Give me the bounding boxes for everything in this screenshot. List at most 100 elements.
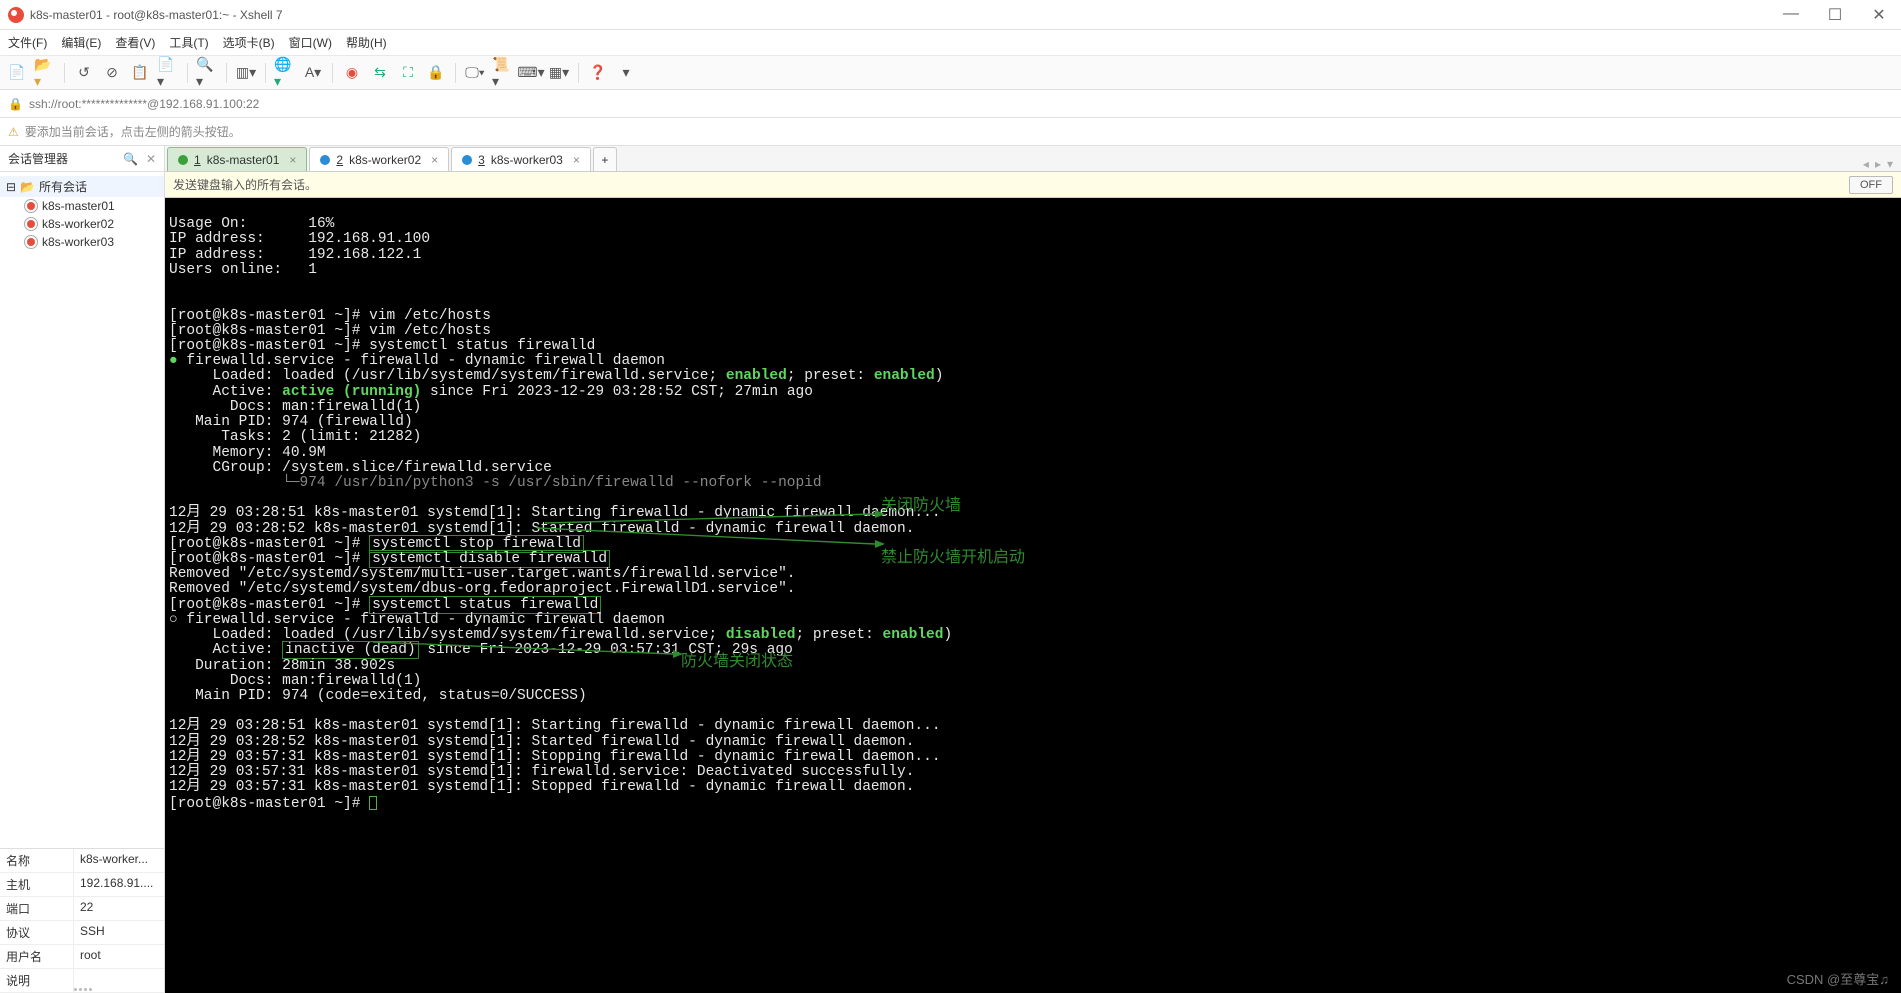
minimize-button[interactable]: — xyxy=(1777,5,1805,25)
tab-label: k8s-worker02 xyxy=(349,153,421,167)
menu-file[interactable]: 文件(F) xyxy=(8,34,47,51)
terminal[interactable]: Usage On: 16% IP address: 192.168.91.100… xyxy=(165,198,1901,993)
menu-view[interactable]: 查看(V) xyxy=(115,34,155,51)
main-area: 会话管理器 🔍 ✕ ⊟ 📂 所有会话 k8s-master01 k8s-work… xyxy=(0,146,1901,993)
layout-icon[interactable]: ▦▾ xyxy=(548,62,570,84)
close-button[interactable]: ✕ xyxy=(1865,5,1893,25)
bookmark-icon[interactable]: ◉ xyxy=(341,62,363,84)
folder-icon: 📂 xyxy=(20,180,35,194)
sidebar-search-icon[interactable]: 🔍 xyxy=(123,152,138,166)
ssh-lock-icon: 🔒 xyxy=(8,97,23,111)
session-item-master01[interactable]: k8s-master01 xyxy=(0,197,164,215)
property-table: 名称k8s-worker... 主机192.168.91.... 端口22 协议… xyxy=(0,848,164,993)
disconnect-icon[interactable]: ⊘ xyxy=(101,62,123,84)
tab-num: 2 xyxy=(336,153,343,167)
menu-window[interactable]: 窗口(W) xyxy=(289,34,332,51)
session-status-icon xyxy=(24,217,38,231)
lock-icon[interactable]: 🔒 xyxy=(425,62,447,84)
more-icon[interactable]: ▾ xyxy=(615,62,637,84)
address-bar: 🔒 ssh://root:**************@192.168.91.1… xyxy=(0,90,1901,118)
window-controls: — ☐ ✕ xyxy=(1777,5,1893,25)
monitor-icon[interactable]: 🖵▾ xyxy=(464,62,486,84)
separator xyxy=(578,63,579,83)
tab-close-icon[interactable]: × xyxy=(431,153,438,167)
copy-icon[interactable]: 📋 xyxy=(129,62,151,84)
tab-add-button[interactable]: + xyxy=(593,147,617,171)
session-label: k8s-worker03 xyxy=(42,235,114,249)
open-session-icon[interactable]: 📂▾ xyxy=(34,62,56,84)
tab-close-icon[interactable]: × xyxy=(289,153,296,167)
menu-tools[interactable]: 工具(T) xyxy=(169,34,208,51)
session-tree: ⊟ 📂 所有会话 k8s-master01 k8s-worker02 k8s-w… xyxy=(0,172,164,255)
tab-nav: ◂ ▸ ▾ xyxy=(1855,157,1901,171)
address-url[interactable]: ssh://root:**************@192.168.91.100… xyxy=(29,97,259,111)
tab-worker02[interactable]: 2 k8s-worker02 × xyxy=(309,147,449,171)
broadcast-toggle[interactable]: OFF xyxy=(1849,176,1893,194)
prop-row-proto: 协议SSH xyxy=(0,921,164,945)
prop-row-host: 主机192.168.91.... xyxy=(0,873,164,897)
help-icon[interactable]: ❓ xyxy=(587,62,609,84)
tab-num: 3 xyxy=(478,153,485,167)
broadcast-bar: 发送键盘输入的所有会话。 OFF xyxy=(165,172,1901,198)
tab-master01[interactable]: 1 k8s-master01 × xyxy=(167,147,307,171)
search-icon[interactable]: 🔍▾ xyxy=(196,62,218,84)
toolbar: 📄 📂▾ ↺ ⊘ 📋 📄▾ 🔍▾ ▥▾ 🌐▾ A▾ ◉ ⇆ ⛶ 🔒 🖵▾ 📜▾ … xyxy=(0,56,1901,90)
script-icon[interactable]: 📜▾ xyxy=(492,62,514,84)
broadcast-text: 发送键盘输入的所有会话。 xyxy=(173,176,317,193)
fullscreen-icon[interactable]: ⛶ xyxy=(397,62,419,84)
session-tabs: 1 k8s-master01 × 2 k8s-worker02 × 3 k8s-… xyxy=(165,146,1901,172)
hint-bar: ⚠ 要添加当前会话，点击左侧的箭头按钮。 xyxy=(0,118,1901,146)
tab-label: k8s-master01 xyxy=(207,153,280,167)
prop-row-user: 用户名root xyxy=(0,945,164,969)
app-icon xyxy=(8,7,24,23)
tab-status-icon xyxy=(178,155,188,165)
session-item-worker03[interactable]: k8s-worker03 xyxy=(0,233,164,251)
maximize-button[interactable]: ☐ xyxy=(1821,5,1849,25)
prop-row-port: 端口22 xyxy=(0,897,164,921)
collapse-icon[interactable]: ⊟ xyxy=(6,180,16,194)
session-status-icon xyxy=(24,199,38,213)
reconnect-icon[interactable]: ↺ xyxy=(73,62,95,84)
tab-status-icon xyxy=(462,155,472,165)
separator xyxy=(64,63,65,83)
separator xyxy=(226,63,227,83)
tab-num: 1 xyxy=(194,153,201,167)
tab-prev-icon[interactable]: ◂ xyxy=(1863,157,1869,171)
watermark: CSDN @至尊宝♫ xyxy=(1787,973,1889,987)
palette-icon[interactable]: ▥▾ xyxy=(235,62,257,84)
prop-row-name: 名称k8s-worker... xyxy=(0,849,164,873)
tab-label: k8s-worker03 xyxy=(491,153,563,167)
paste-icon[interactable]: 📄▾ xyxy=(157,62,179,84)
separator xyxy=(187,63,188,83)
separator xyxy=(265,63,266,83)
session-label: k8s-master01 xyxy=(42,199,115,213)
tab-worker03[interactable]: 3 k8s-worker03 × xyxy=(451,147,591,171)
menu-edit[interactable]: 编辑(E) xyxy=(61,34,101,51)
sidebar-resize-handle[interactable] xyxy=(0,987,165,993)
window-titlebar: k8s-master01 - root@k8s-master01:~ - Xsh… xyxy=(0,0,1901,30)
tree-root-label: 所有会话 xyxy=(39,178,87,195)
session-status-icon xyxy=(24,235,38,249)
transfer-icon[interactable]: ⇆ xyxy=(369,62,391,84)
window-title: k8s-master01 - root@k8s-master01:~ - Xsh… xyxy=(30,8,1777,22)
tab-list-icon[interactable]: ▾ xyxy=(1887,157,1893,171)
separator xyxy=(332,63,333,83)
annotation-disable: 禁止防火墙开机启动 xyxy=(881,550,1025,567)
session-sidebar: 会话管理器 🔍 ✕ ⊟ 📂 所有会话 k8s-master01 k8s-work… xyxy=(0,146,165,993)
hint-text: 要添加当前会话，点击左侧的箭头按钮。 xyxy=(25,123,241,140)
menu-help[interactable]: 帮助(H) xyxy=(346,34,387,51)
content-area: 1 k8s-master01 × 2 k8s-worker02 × 3 k8s-… xyxy=(165,146,1901,993)
new-session-icon[interactable]: 📄 xyxy=(6,62,28,84)
sidebar-close-icon[interactable]: ✕ xyxy=(146,152,156,166)
keyboard-icon[interactable]: ⌨▾ xyxy=(520,62,542,84)
tab-close-icon[interactable]: × xyxy=(573,153,580,167)
font-icon[interactable]: A▾ xyxy=(302,62,324,84)
menu-tabs[interactable]: 选项卡(B) xyxy=(223,34,275,51)
globe-icon[interactable]: 🌐▾ xyxy=(274,62,296,84)
menubar: 文件(F) 编辑(E) 查看(V) 工具(T) 选项卡(B) 窗口(W) 帮助(… xyxy=(0,30,1901,56)
session-item-worker02[interactable]: k8s-worker02 xyxy=(0,215,164,233)
sidebar-title: 会话管理器 xyxy=(8,150,68,167)
terminal-cursor xyxy=(369,796,377,810)
tree-root[interactable]: ⊟ 📂 所有会话 xyxy=(0,176,164,197)
tab-next-icon[interactable]: ▸ xyxy=(1875,157,1881,171)
